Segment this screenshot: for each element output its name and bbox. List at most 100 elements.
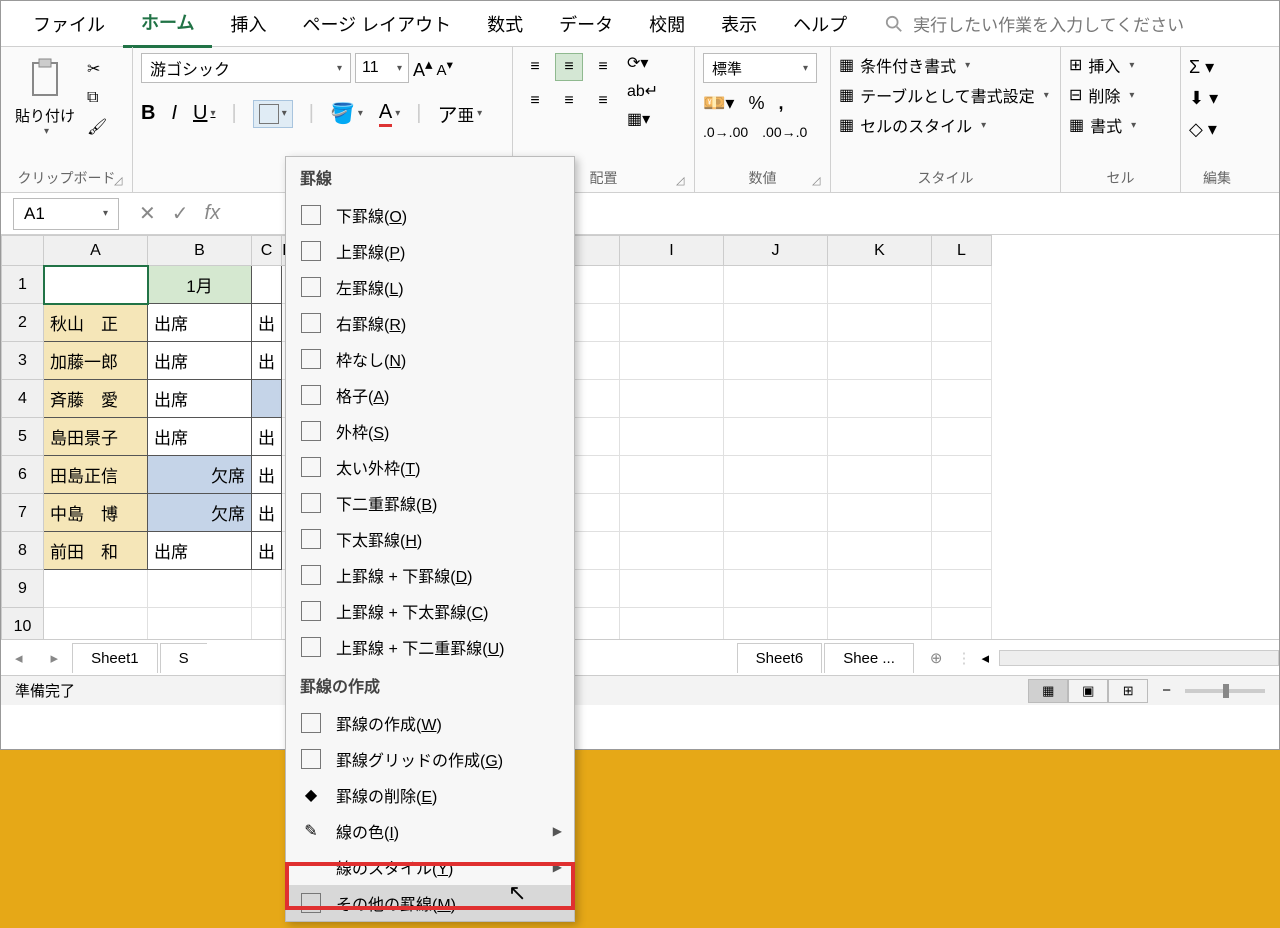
row-header[interactable]: 7 <box>2 494 44 532</box>
cell[interactable]: 出 <box>252 532 282 570</box>
font-name-select[interactable]: 游ゴシック▾ <box>141 53 351 83</box>
row-header[interactable]: 5 <box>2 418 44 456</box>
cell[interactable]: 田島正信 <box>44 456 148 494</box>
clipboard-launcher-icon[interactable]: ◿ <box>114 174 128 188</box>
align-center-icon[interactable]: ≡ <box>555 87 583 115</box>
paste-dropdown-icon[interactable]: ▾ <box>44 126 49 137</box>
format-cells-button[interactable]: ▦書式▾ <box>1069 113 1136 137</box>
merge-icon[interactable]: ▦▾ <box>627 109 658 129</box>
font-color-button[interactable]: A▾ <box>379 101 400 127</box>
insert-cells-button[interactable]: ⊞挿入▾ <box>1069 53 1136 77</box>
sheet-tab[interactable]: Sheet6 <box>737 643 823 673</box>
fill-icon[interactable]: ⬇ ▾ <box>1189 88 1218 109</box>
cell[interactable]: 出 <box>252 456 282 494</box>
col-header[interactable]: B <box>148 236 252 266</box>
cell[interactable] <box>252 266 282 304</box>
menu-ヘルプ[interactable]: ヘルプ <box>775 1 865 47</box>
number-format-select[interactable]: 標準▾ <box>703 53 817 83</box>
increase-font-icon[interactable]: A▴ <box>413 55 433 81</box>
border-menu-item[interactable]: ◆罫線の削除(E) <box>286 777 574 813</box>
worksheet-grid[interactable]: ABCDEFGHIJKL11月5月6月2秋山 正出席出出席3加藤一郎出席出欠席4… <box>1 235 1279 639</box>
cancel-formula-icon[interactable]: ✕ <box>139 201 156 226</box>
cell[interactable]: 1月 <box>148 266 252 304</box>
cell[interactable] <box>44 608 148 640</box>
border-menu-item[interactable]: 下太罫線(H) <box>286 521 574 557</box>
menu-数式[interactable]: 数式 <box>469 1 541 47</box>
cell[interactable]: 出席 <box>148 532 252 570</box>
row-header[interactable]: 8 <box>2 532 44 570</box>
page-layout-view-icon[interactable]: ▣ <box>1068 679 1108 703</box>
new-sheet-icon[interactable]: ⊕ <box>930 649 943 667</box>
cell[interactable]: 出席 <box>148 380 252 418</box>
row-header[interactable]: 2 <box>2 304 44 342</box>
cell[interactable] <box>724 494 828 532</box>
cell[interactable]: 前田 和 <box>44 532 148 570</box>
sheet-tab[interactable]: Shee ... <box>824 643 914 673</box>
cell[interactable] <box>252 380 282 418</box>
cell[interactable] <box>620 342 724 380</box>
row-header[interactable]: 10 <box>2 608 44 640</box>
number-launcher-icon[interactable]: ◿ <box>812 174 826 188</box>
row-header[interactable]: 6 <box>2 456 44 494</box>
menu-ページ レイアウト[interactable]: ページ レイアウト <box>284 1 469 47</box>
align-top-icon[interactable]: ≡ <box>521 53 549 81</box>
orientation-icon[interactable]: ⟳▾ <box>627 53 658 73</box>
cell[interactable] <box>828 266 932 304</box>
cell[interactable]: 斉藤 愛 <box>44 380 148 418</box>
phonetic-button[interactable]: ア亜▾ <box>437 99 482 128</box>
cell[interactable] <box>620 608 724 640</box>
menu-挿入[interactable]: 挿入 <box>212 1 284 47</box>
tab-nav-next-icon[interactable]: ▸ <box>37 649 73 667</box>
cell[interactable] <box>44 570 148 608</box>
cell[interactable] <box>828 570 932 608</box>
cell[interactable] <box>932 608 992 640</box>
cell[interactable] <box>620 570 724 608</box>
cell[interactable] <box>724 532 828 570</box>
select-all-corner[interactable] <box>2 236 44 266</box>
copy-icon[interactable]: ⧉ <box>87 89 107 107</box>
menu-表示[interactable]: 表示 <box>703 1 775 47</box>
menu-ファイル[interactable]: ファイル <box>15 1 123 47</box>
horizontal-scrollbar[interactable] <box>999 650 1279 666</box>
conditional-format-button[interactable]: ▦条件付き書式▾ <box>839 53 1049 77</box>
row-header[interactable]: 1 <box>2 266 44 304</box>
underline-button[interactable]: U▾ <box>193 102 215 125</box>
border-menu-item[interactable]: 上罫線 + 下太罫線(C) <box>286 593 574 629</box>
cell[interactable]: 欠席 <box>148 456 252 494</box>
cell[interactable] <box>828 608 932 640</box>
cell[interactable] <box>724 304 828 342</box>
cell[interactable] <box>932 418 992 456</box>
percent-format-icon[interactable]: % <box>748 93 764 114</box>
cut-icon[interactable]: ✂ <box>87 59 107 79</box>
hscroll-left-icon[interactable]: ◂ <box>981 649 989 667</box>
col-header[interactable]: J <box>724 236 828 266</box>
cell[interactable] <box>620 266 724 304</box>
border-menu-item[interactable]: 上罫線 + 下罫線(D) <box>286 557 574 593</box>
decrease-decimal-icon[interactable]: .00→.0 <box>762 124 807 140</box>
zoom-slider[interactable] <box>1185 689 1265 693</box>
cell[interactable] <box>932 494 992 532</box>
border-menu-item[interactable]: 罫線の作成(W) <box>286 705 574 741</box>
cell[interactable] <box>828 456 932 494</box>
cell[interactable] <box>724 608 828 640</box>
cell[interactable] <box>828 494 932 532</box>
comma-format-icon[interactable]: , <box>778 93 783 114</box>
cell[interactable]: 島田景子 <box>44 418 148 456</box>
cell[interactable] <box>252 608 282 640</box>
border-menu-item[interactable]: 上罫線(P) <box>286 233 574 269</box>
format-painter-icon[interactable]: 🖌 <box>87 117 107 137</box>
border-menu-item[interactable]: 線のスタイル(Y)▶ <box>286 849 574 885</box>
col-header[interactable]: I <box>620 236 724 266</box>
cell[interactable]: 秋山 正 <box>44 304 148 342</box>
col-header[interactable]: A <box>44 236 148 266</box>
col-header[interactable]: L <box>932 236 992 266</box>
cell-styles-button[interactable]: ▦セルのスタイル▾ <box>839 113 1049 137</box>
tell-me-search[interactable]: 実行したい作業を入力してください <box>885 11 1184 36</box>
align-right-icon[interactable]: ≡ <box>589 87 617 115</box>
sheet-tab-active[interactable]: Sheet1 <box>72 643 158 673</box>
cell[interactable]: 出席 <box>148 342 252 380</box>
cell[interactable] <box>148 570 252 608</box>
cell[interactable]: 出 <box>252 418 282 456</box>
border-menu-item[interactable]: 右罫線(R) <box>286 305 574 341</box>
cell[interactable] <box>932 342 992 380</box>
